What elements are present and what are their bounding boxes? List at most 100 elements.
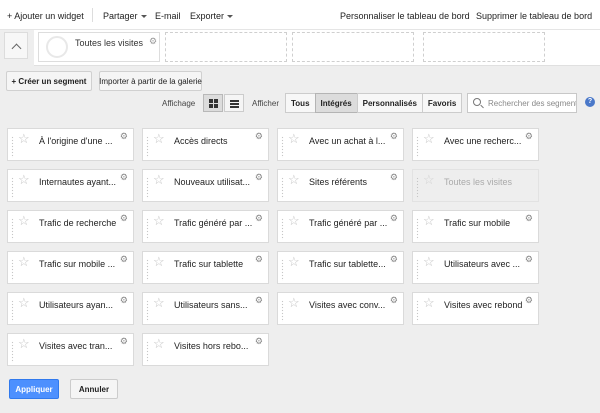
filter-all-button[interactable]: Tous (285, 93, 316, 113)
drag-handle-icon[interactable] (11, 136, 14, 158)
gear-icon[interactable]: ⚙ (255, 173, 263, 182)
gear-icon[interactable]: ⚙ (525, 255, 533, 264)
gear-icon[interactable]: ⚙ (120, 255, 128, 264)
segment-card[interactable]: ☆ Utilisateurs avec ... ⚙ (412, 251, 539, 284)
segment-card[interactable]: ☆ Avec une recherc... ⚙ (412, 128, 539, 161)
gear-icon[interactable]: ⚙ (525, 296, 533, 305)
segment-card[interactable]: ☆ Visites avec conv... ⚙ (277, 292, 404, 325)
star-icon[interactable]: ☆ (288, 132, 300, 145)
star-icon[interactable]: ☆ (18, 173, 30, 186)
help-icon[interactable]: ? (585, 97, 595, 107)
export-menu-button[interactable]: Exporter (190, 11, 234, 21)
add-widget-button[interactable]: + Ajouter un widget (7, 11, 84, 21)
segment-card[interactable]: ☆ Accès directs ⚙ (142, 128, 269, 161)
segment-card[interactable]: ☆ Trafic sur mobile ... ⚙ (7, 251, 134, 284)
segment-card[interactable]: ☆ Trafic de recherche ⚙ (7, 210, 134, 243)
gear-icon[interactable]: ⚙ (120, 173, 128, 182)
drag-handle-icon[interactable] (11, 341, 14, 363)
star-icon[interactable]: ☆ (288, 214, 300, 227)
email-button[interactable]: E-mail (155, 11, 181, 21)
drag-handle-icon[interactable] (146, 259, 149, 281)
filter-builtin-button[interactable]: Intégrés (314, 93, 358, 113)
drag-handle-icon[interactable] (11, 177, 14, 199)
segment-card[interactable]: ☆ À l'origine d'une ... ⚙ (7, 128, 134, 161)
segment-card[interactable]: ☆ Sites référents ⚙ (277, 169, 404, 202)
filter-favorites-button[interactable]: Favoris (421, 93, 463, 113)
segment-card[interactable]: ☆ Trafic sur tablette... ⚙ (277, 251, 404, 284)
drag-handle-icon[interactable] (146, 341, 149, 363)
segment-card[interactable]: ☆ Visites hors rebo... ⚙ (142, 333, 269, 366)
drag-handle-icon[interactable] (416, 259, 419, 281)
cancel-button[interactable]: Annuler (70, 379, 118, 399)
gear-icon[interactable]: ⚙ (255, 296, 263, 305)
empty-segment-slot[interactable] (165, 32, 287, 62)
empty-segment-slot[interactable] (423, 32, 545, 62)
apply-button[interactable]: Appliquer (9, 379, 59, 399)
star-icon[interactable]: ☆ (423, 255, 435, 268)
segment-card[interactable]: ☆ Visites avec tran... ⚙ (7, 333, 134, 366)
star-icon[interactable]: ☆ (153, 337, 165, 350)
star-icon[interactable]: ☆ (153, 296, 165, 309)
segment-card[interactable]: ☆ Visites avec rebond ⚙ (412, 292, 539, 325)
drag-handle-icon[interactable] (281, 218, 284, 240)
segment-card[interactable]: ☆ Trafic généré par ... ⚙ (277, 210, 404, 243)
gear-icon[interactable]: ⚙ (120, 214, 128, 223)
drag-handle-icon[interactable] (416, 136, 419, 158)
gear-icon[interactable]: ⚙ (390, 296, 398, 305)
gear-icon[interactable]: ⚙ (120, 337, 128, 346)
gear-icon[interactable]: ⚙ (390, 255, 398, 264)
star-icon[interactable]: ☆ (153, 255, 165, 268)
star-icon[interactable]: ☆ (18, 337, 30, 350)
gear-icon[interactable]: ⚙ (525, 132, 533, 141)
star-icon[interactable]: ☆ (18, 132, 30, 145)
empty-segment-slot[interactable] (292, 32, 414, 62)
star-icon[interactable]: ☆ (423, 214, 435, 227)
drag-handle-icon[interactable] (146, 177, 149, 199)
customize-dashboard-link[interactable]: Personnaliser le tableau de bord (340, 11, 470, 21)
grid-view-button[interactable] (203, 94, 223, 112)
segment-card[interactable]: ☆ Utilisateurs sans... ⚙ (142, 292, 269, 325)
drag-handle-icon[interactable] (146, 136, 149, 158)
gear-icon[interactable]: ⚙ (120, 132, 128, 141)
gear-icon[interactable]: ⚙ (390, 214, 398, 223)
star-icon[interactable]: ☆ (423, 173, 435, 186)
star-icon[interactable]: ☆ (153, 132, 165, 145)
gear-icon[interactable]: ⚙ (525, 214, 533, 223)
gear-icon[interactable]: ⚙ (255, 255, 263, 264)
star-icon[interactable]: ☆ (423, 132, 435, 145)
drag-handle-icon[interactable] (146, 218, 149, 240)
segment-card[interactable]: ☆ Nouveaux utilisat... ⚙ (142, 169, 269, 202)
drag-handle-icon[interactable] (281, 300, 284, 322)
segment-card[interactable]: ☆ Avec un achat à l... ⚙ (277, 128, 404, 161)
star-icon[interactable]: ☆ (288, 173, 300, 186)
create-segment-button[interactable]: + Créer un segment (6, 71, 92, 91)
segment-card[interactable]: ☆ Trafic généré par ... ⚙ (142, 210, 269, 243)
star-icon[interactable]: ☆ (423, 296, 435, 309)
gear-icon[interactable]: ⚙ (390, 173, 398, 182)
search-input[interactable] (488, 96, 576, 110)
drag-handle-icon[interactable] (416, 218, 419, 240)
drag-handle-icon[interactable] (146, 300, 149, 322)
star-icon[interactable]: ☆ (153, 173, 165, 186)
star-icon[interactable]: ☆ (153, 214, 165, 227)
star-icon[interactable]: ☆ (18, 296, 30, 309)
drag-handle-icon[interactable] (281, 259, 284, 281)
gear-icon[interactable]: ⚙ (390, 132, 398, 141)
segment-card[interactable]: ☆ Utilisateurs ayan... ⚙ (7, 292, 134, 325)
segment-card[interactable]: ☆ Trafic sur mobile ⚙ (412, 210, 539, 243)
drag-handle-icon[interactable] (281, 136, 284, 158)
star-icon[interactable]: ☆ (288, 296, 300, 309)
drag-handle-icon[interactable] (11, 218, 14, 240)
star-icon[interactable]: ☆ (288, 255, 300, 268)
active-segment-slot[interactable]: Toutes les visites ⚙ (38, 32, 160, 62)
list-view-button[interactable] (224, 94, 244, 112)
gear-icon[interactable]: ⚙ (255, 132, 263, 141)
gear-icon[interactable]: ⚙ (149, 36, 157, 47)
segment-card[interactable]: ☆ Internautes ayant... ⚙ (7, 169, 134, 202)
import-gallery-button[interactable]: Importer à partir de la galerie (99, 71, 202, 91)
drag-handle-icon[interactable] (416, 300, 419, 322)
share-menu-button[interactable]: Partager (103, 11, 147, 21)
filter-custom-button[interactable]: Personnalisés (356, 93, 423, 113)
segment-card[interactable]: ☆ Trafic sur tablette ⚙ (142, 251, 269, 284)
drag-handle-icon[interactable] (11, 259, 14, 281)
